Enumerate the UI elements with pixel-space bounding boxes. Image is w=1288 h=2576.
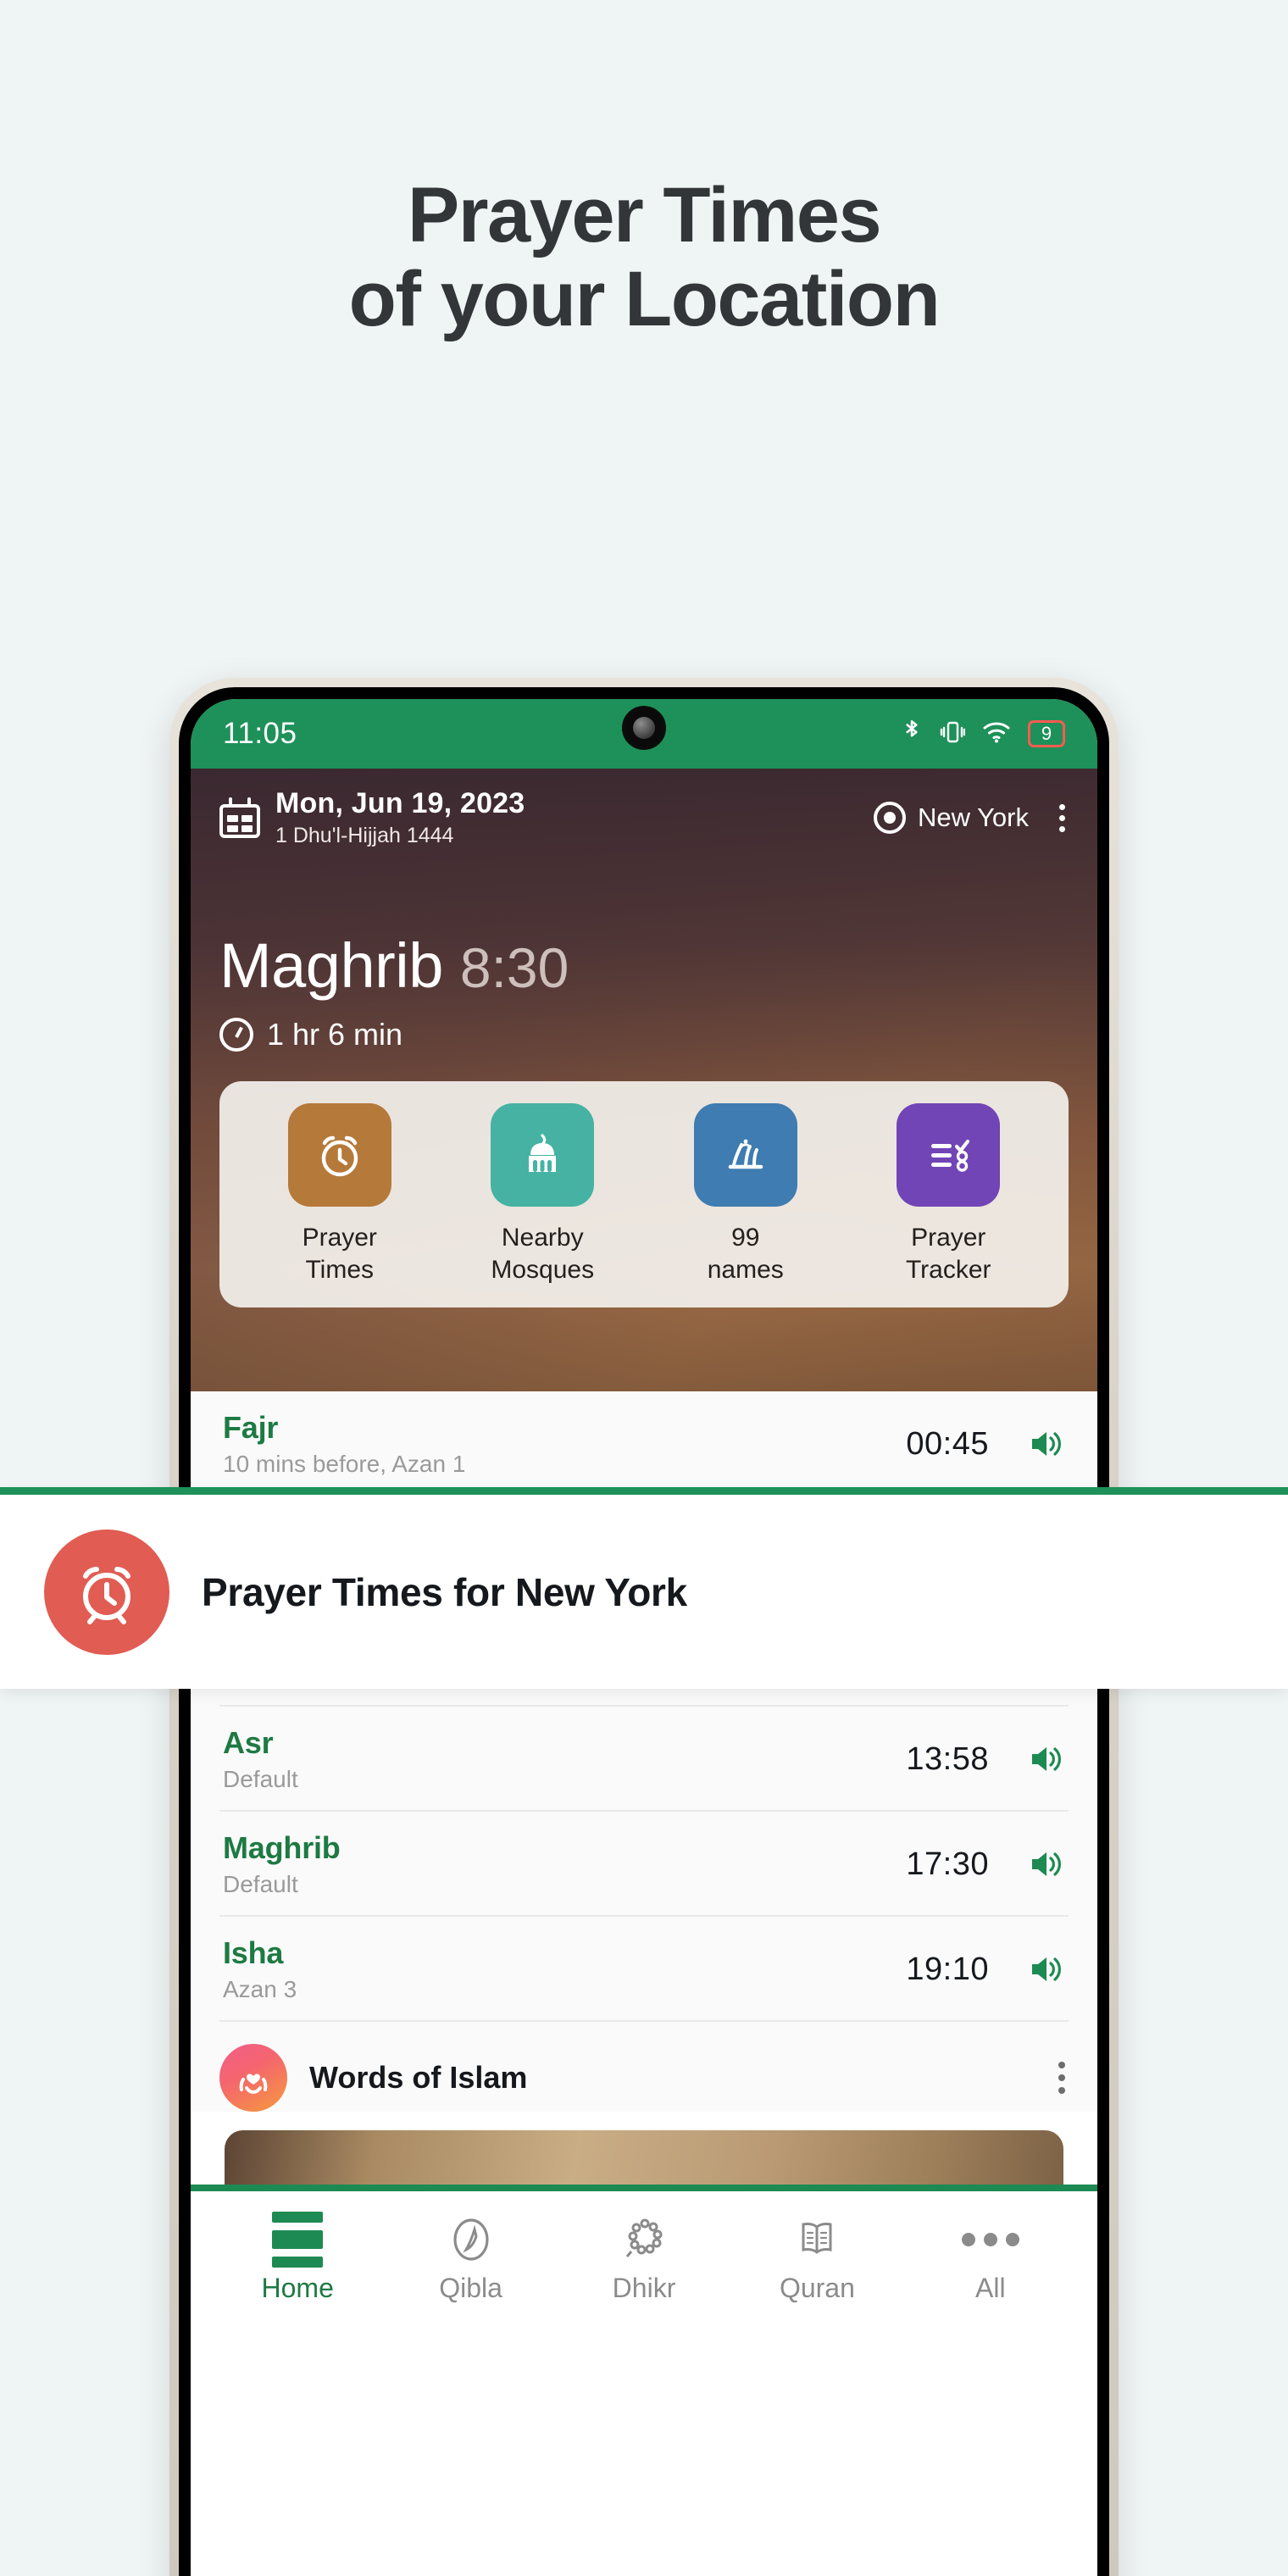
prayer-sub: Azan 3 xyxy=(223,1976,297,2002)
words-of-islam-image xyxy=(225,2130,1063,2185)
prayer-name: Maghrib xyxy=(223,1830,341,1865)
table-row[interactable]: Fajr 10 mins before, Azan 1 00:45 xyxy=(219,1391,1069,1496)
nav-label: Home xyxy=(261,2273,334,2303)
location-pin-icon xyxy=(874,802,907,834)
alarm-clock-icon xyxy=(287,1103,391,1207)
quick-tile-prayer-times[interactable]: Prayer Times xyxy=(259,1103,420,1287)
status-icons: 9 xyxy=(901,718,1065,751)
prayer-sub: Default xyxy=(223,1871,298,1897)
quick-tile-label: Prayer Tracker xyxy=(905,1224,991,1285)
sound-on-icon[interactable] xyxy=(1028,1428,1065,1460)
headline-line-1: Prayer Times xyxy=(407,172,882,258)
headline-line-2: of your Location xyxy=(348,256,941,343)
heart-in-hands-icon xyxy=(219,2044,287,2112)
wifi-icon xyxy=(982,719,1011,749)
gregorian-date: Mon, Jun 19, 2023 xyxy=(275,787,525,819)
nav-item-dhikr[interactable]: Dhikr xyxy=(558,2208,730,2304)
location-name: New York xyxy=(918,802,1029,832)
prayer-name: Asr xyxy=(223,1725,274,1760)
words-of-islam-title: Words of Islam xyxy=(309,2060,528,2095)
hijri-date: 1 Dhu'l-Hijjah 1444 xyxy=(275,824,454,847)
quick-tile-label: Nearby Mosques xyxy=(491,1224,595,1285)
prayer-time: 00:45 xyxy=(906,1425,989,1462)
promo-banner-title: Prayer Times for New York xyxy=(202,1569,687,1614)
prayer-time: 17:30 xyxy=(906,1846,989,1882)
next-prayer-time: 8:30 xyxy=(459,936,569,999)
alarm-clock-icon xyxy=(44,1529,169,1655)
battery-icon: 9 xyxy=(1028,720,1065,747)
checklist-icon xyxy=(897,1103,1001,1207)
prayer-time: 13:58 xyxy=(906,1740,989,1777)
home-bars-icon xyxy=(211,2208,384,2271)
hero-section: Mon, Jun 19, 2023 1 Dhu'l-Hijjah 1444 Ne… xyxy=(191,769,1097,1391)
quick-tile-label: Prayer Times xyxy=(302,1224,377,1285)
open-book-icon xyxy=(730,2208,903,2271)
hero-header: Mon, Jun 19, 2023 1 Dhu'l-Hijjah 1444 Ne… xyxy=(219,787,1069,848)
front-camera-punchhole xyxy=(622,706,666,750)
quick-tile-nearby-mosques[interactable]: Nearby Mosques xyxy=(462,1103,623,1287)
table-row[interactable]: Maghrib Default 17:30 xyxy=(219,1812,1069,1917)
prayer-times-list: Fajr 10 mins before, Azan 1 00:45 Sunris… xyxy=(191,1391,1097,2022)
status-clock: 11:05 xyxy=(223,717,297,750)
battery-level: 9 xyxy=(1041,723,1052,744)
sound-on-icon[interactable] xyxy=(1028,1953,1065,1985)
promo-banner: Prayer Times for New York xyxy=(0,1487,1288,1689)
nav-item-all[interactable]: All xyxy=(904,2208,1077,2304)
bluetooth-icon xyxy=(901,718,923,751)
nav-item-qibla[interactable]: Qibla xyxy=(384,2208,557,2304)
mosque-icon xyxy=(491,1103,595,1207)
prayer-name: Isha xyxy=(223,1935,284,1970)
prayer-time: 19:10 xyxy=(906,1951,989,1987)
bottom-nav: Home Qibla Dhikr Quran All xyxy=(191,2185,1097,2304)
kebab-menu-icon[interactable] xyxy=(1055,2058,1069,2097)
quick-tiles: Prayer Times Nearby Mosques 99 names Pra… xyxy=(219,1081,1069,1307)
date-block: Mon, Jun 19, 2023 1 Dhu'l-Hijjah 1444 xyxy=(275,787,525,848)
nav-label: All xyxy=(975,2273,1006,2303)
quick-tile-99-names[interactable]: 99 names xyxy=(665,1103,826,1287)
countdown: 1 hr 6 min xyxy=(219,1017,1069,1052)
prayer-sub: 10 mins before, Azan 1 xyxy=(223,1451,466,1477)
nav-item-home[interactable]: Home xyxy=(211,2208,384,2304)
more-dots-icon xyxy=(904,2208,1077,2271)
sound-on-icon[interactable] xyxy=(1028,1743,1065,1775)
table-row[interactable]: Isha Azan 3 19:10 xyxy=(219,1917,1069,2022)
promo-screenshot: Prayer Times of your Location 11:05 9 Mo… xyxy=(0,0,1288,2576)
calendar-icon xyxy=(219,797,260,838)
prayer-name: Fajr xyxy=(223,1410,279,1445)
nav-item-quran[interactable]: Quran xyxy=(730,2208,903,2304)
countdown-text: 1 hr 6 min xyxy=(267,1017,403,1052)
nav-label: Dhikr xyxy=(612,2273,676,2303)
compass-icon xyxy=(384,2208,557,2271)
kebab-menu-icon[interactable] xyxy=(1056,801,1069,836)
prayer-sub: Default xyxy=(223,1766,298,1792)
quick-tile-prayer-tracker[interactable]: Prayer Tracker xyxy=(868,1103,1029,1287)
quick-tile-label: 99 names xyxy=(707,1224,784,1285)
prayer-beads-icon xyxy=(558,2208,730,2271)
sound-on-icon[interactable] xyxy=(1028,1848,1065,1880)
next-prayer-name: Maghrib xyxy=(219,930,443,1001)
allah-calligraphy-icon xyxy=(693,1103,797,1207)
next-prayer: Maghrib 8:30 xyxy=(219,930,1069,1002)
location-selector[interactable]: New York xyxy=(874,801,1069,836)
nav-label: Quran xyxy=(779,2273,855,2303)
table-row[interactable]: Asr Default 13:58 xyxy=(219,1707,1069,1812)
nav-label: Qibla xyxy=(439,2273,502,2303)
page-title: Prayer Times of your Location xyxy=(0,172,1288,343)
timer-icon xyxy=(219,1018,253,1052)
words-of-islam-card[interactable]: Words of Islam xyxy=(191,2022,1097,2112)
vibrate-icon xyxy=(940,719,966,750)
status-bar: 11:05 9 xyxy=(191,699,1097,769)
